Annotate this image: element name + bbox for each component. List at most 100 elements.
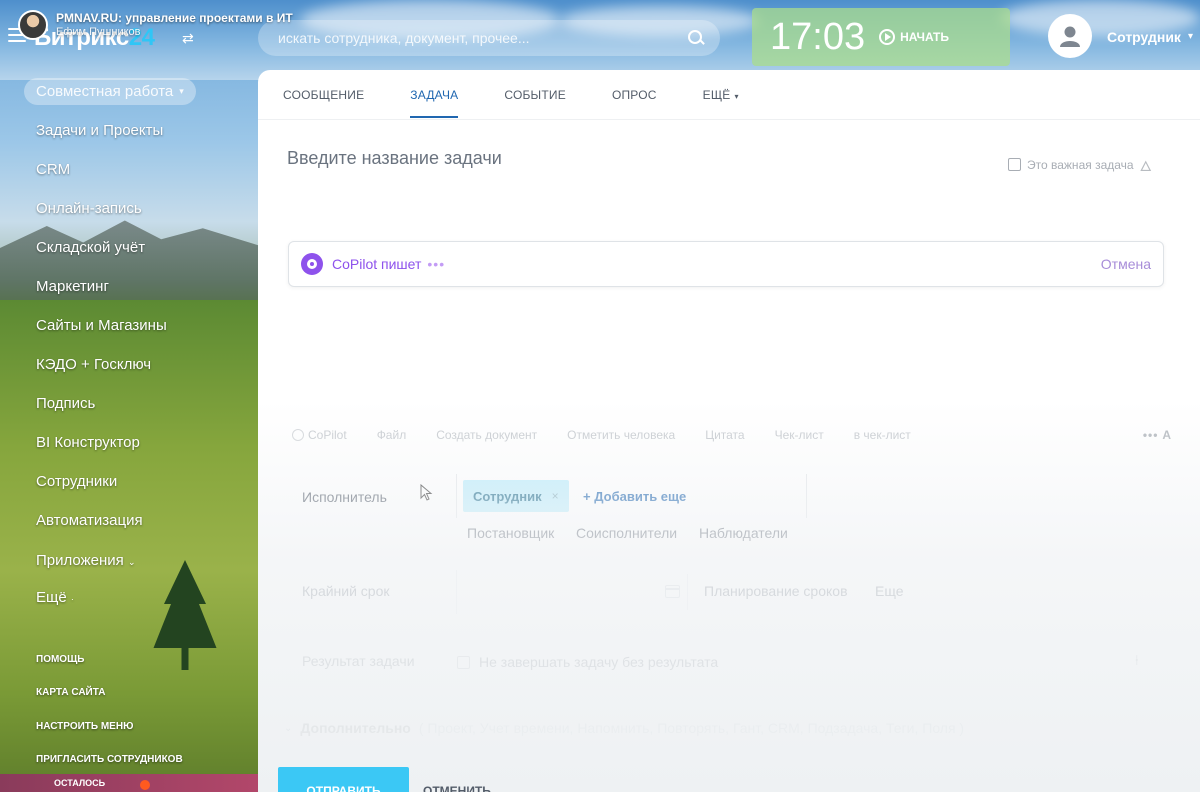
deadline-input[interactable]: [456, 574, 688, 610]
clock-time: 17:03: [770, 15, 866, 58]
video-title: PMNAV.RU: управление проектами в ИТ: [56, 11, 293, 25]
sidebar-link-configure-menu[interactable]: НАСТРОИТЬ МЕНЮ: [36, 721, 133, 732]
deadline-label: Крайний срок: [302, 583, 390, 599]
important-checkbox[interactable]: [1008, 158, 1021, 171]
channel-avatar: [18, 10, 48, 40]
tab-event[interactable]: СОБЫТИЕ: [504, 88, 566, 118]
search-input[interactable]: [278, 30, 688, 46]
additional-fields-list: ( Проект, Учет времени, Напомнить, Повто…: [418, 720, 965, 736]
task-title-input[interactable]: Введите название задачи: [287, 148, 502, 169]
sidebar-item-sites[interactable]: Сайты и Магазины: [36, 317, 167, 334]
sidebar-item-employees[interactable]: Сотрудники: [36, 473, 117, 490]
toolbar-create-document-label: Создать документ: [436, 428, 538, 442]
additional-section-toggle[interactable]: ⌄ Дополнительно ( Проект, Учет времени, …: [284, 720, 964, 736]
left-sidebar: Совместная работа ▾ Задачи и Проекты CRM…: [0, 72, 258, 792]
tab-task[interactable]: ЗАДАЧА: [410, 88, 459, 118]
user-name[interactable]: Сотрудник: [1107, 29, 1181, 45]
plus-icon: +: [583, 489, 595, 504]
toolbar-quote-label: Цитата: [705, 428, 745, 442]
toolbar-to-checklist-label: в чек-лист: [853, 428, 911, 442]
important-label: Это важная задача: [1027, 157, 1134, 172]
sidebar-item-crm[interactable]: CRM: [36, 161, 70, 178]
sidebar-item-marketing[interactable]: Маркетинг: [36, 278, 109, 295]
sidebar-item-automation[interactable]: Автоматизация: [36, 512, 143, 529]
user-avatar[interactable]: [1048, 14, 1092, 58]
sidebar-item-more[interactable]: Ещё ·: [36, 589, 74, 606]
post-type-tabs: СООБЩЕНИЕ ЗАДАЧА СОБЫТИЕ ОПРОС ЕЩЁ ▾: [283, 88, 785, 118]
remove-icon[interactable]: ×: [552, 489, 559, 503]
sidebar-item-label: Приложения: [36, 552, 124, 569]
mouse-cursor-icon: [420, 484, 433, 501]
calendar-icon[interactable]: [665, 585, 680, 598]
sidebar-link-invite[interactable]: ПРИГЛАСИТЬ СОТРУДНИКОВ: [36, 754, 183, 765]
start-workday-button[interactable]: НАЧАТЬ: [879, 29, 949, 45]
loading-dots-icon: •••: [427, 256, 446, 272]
add-executor-link[interactable]: + Добавить еще: [583, 489, 686, 504]
caret-down-icon: ▾: [734, 92, 739, 101]
executor-label: Исполнитель: [302, 489, 387, 505]
add-executor-label: Добавить еще: [594, 489, 687, 504]
toolbar-file-label: Файл: [376, 428, 407, 442]
notification-dot: [140, 780, 150, 790]
user-silhouette-icon: [1060, 26, 1080, 47]
sidebar-item-collaboration[interactable]: Совместная работа ▾: [24, 78, 196, 105]
schedule-planning-link[interactable]: Планирование сроков: [704, 583, 848, 599]
tab-more[interactable]: ЕЩЁ ▾: [703, 88, 739, 118]
tab-more-label: ЕЩЁ: [702, 88, 731, 102]
sidebar-link-help[interactable]: ПОМОЩЬ: [36, 654, 84, 665]
divider: [806, 474, 807, 518]
deadline-more-link[interactable]: Еще: [875, 583, 904, 599]
toolbar-to-checklist[interactable]: в чек-лист: [854, 428, 911, 442]
top-bar: Битрикс24 ⇄ PMNAV.RU: управление проекта…: [0, 0, 1200, 72]
sidebar-item-tasks[interactable]: Задачи и Проекты: [36, 122, 163, 139]
sidebar-item-booking[interactable]: Онлайн-запись: [36, 200, 142, 217]
chevron-down-icon: ·: [70, 594, 74, 604]
tab-message[interactable]: СООБЩЕНИЕ: [283, 88, 364, 118]
toolbar-mention-label: Отметить человека: [567, 428, 676, 442]
toolbar-mention[interactable]: Отметить человека: [567, 428, 675, 442]
important-task-toggle[interactable]: Это важная задача 🜂: [1008, 150, 1152, 179]
video-overlay-title: PMNAV.RU: управление проектами в ИТ Ефим…: [18, 8, 293, 42]
sidebar-item-signature[interactable]: Подпись: [36, 395, 95, 412]
toolbar-create-document[interactable]: Создать документ: [436, 428, 537, 442]
fire-icon: 🜂: [1139, 158, 1152, 174]
search-icon[interactable]: [688, 30, 704, 46]
sidebar-item-inventory[interactable]: Складской учёт: [36, 239, 145, 256]
role-link-coexecutors[interactable]: Соисполнители: [576, 525, 677, 541]
copilot-status-text: CoPilot пишет: [332, 256, 422, 272]
sidebar-item-apps[interactable]: Приложения ⌄: [36, 552, 135, 569]
chevron-down-icon: ▾: [179, 86, 184, 96]
pin-icon[interactable]: ⍿: [1135, 652, 1139, 669]
chevron-down-icon[interactable]: ▾: [1188, 31, 1193, 42]
sidebar-item-bi[interactable]: BI Конструктор: [36, 434, 140, 451]
sidebar-item-label: Ещё: [36, 589, 67, 606]
tab-poll[interactable]: ОПРОС: [612, 88, 657, 118]
submit-button[interactable]: ОТПРАВИТЬ: [278, 767, 409, 792]
sidebar-link-sitemap[interactable]: КАРТА САЙТА: [36, 687, 105, 698]
role-link-creator[interactable]: Постановщик: [467, 525, 554, 541]
toolbar-file[interactable]: Файл: [377, 428, 407, 442]
require-result-toggle[interactable]: Не завершать задачу без результата: [457, 654, 718, 670]
sidebar-item-kedo[interactable]: КЭДО + Госключ: [36, 356, 151, 373]
license-bar[interactable]: ОСТАЛОСЬ: [0, 774, 258, 792]
additional-title: Дополнительно: [300, 720, 411, 736]
toolbar-checklist[interactable]: Чек-лист: [775, 428, 824, 442]
executor-name: Сотрудник: [473, 488, 542, 504]
sidebar-item-label: Совместная работа: [36, 83, 174, 100]
start-label: НАЧАТЬ: [900, 30, 949, 44]
cancel-button[interactable]: ОТМЕНИТЬ: [423, 784, 491, 792]
play-icon: [879, 29, 896, 45]
divider: [456, 474, 457, 518]
copilot-icon: [292, 429, 304, 441]
executor-tag[interactable]: Сотрудник ×: [463, 480, 569, 512]
toolbar-quote[interactable]: Цитата: [705, 428, 744, 442]
copilot-cancel-button[interactable]: Отмена: [1101, 256, 1151, 272]
search-bar[interactable]: [258, 20, 720, 56]
require-result-label: Не завершать задачу без результата: [479, 654, 719, 670]
require-result-checkbox[interactable]: [457, 655, 470, 669]
role-link-observers[interactable]: Наблюдатели: [699, 525, 788, 541]
task-create-panel: СООБЩЕНИЕ ЗАДАЧА СОБЫТИЕ ОПРОС ЕЩЁ ▾ Введ…: [258, 70, 1200, 792]
toolbar-copilot[interactable]: CoPilot: [292, 428, 347, 442]
worktime-widget[interactable]: 17:03 НАЧАТЬ: [752, 8, 1010, 66]
more-options-icon[interactable]: ••• A: [1143, 428, 1172, 442]
